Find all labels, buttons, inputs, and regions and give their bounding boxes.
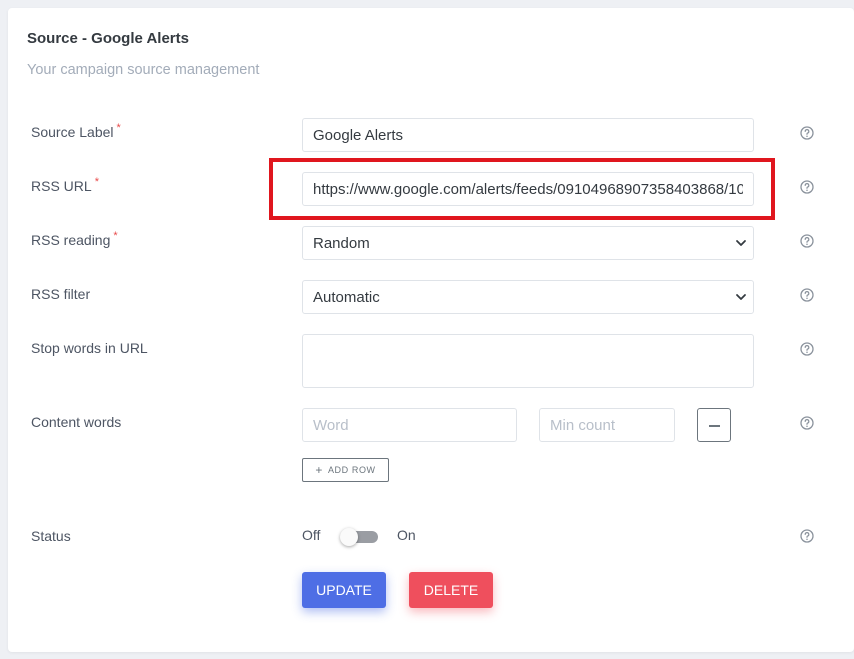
help-circle-icon[interactable] [800, 288, 814, 302]
delete-button[interactable]: DELETE [409, 572, 493, 608]
min-count-input[interactable] [539, 408, 675, 442]
stop-words-textarea[interactable] [302, 334, 754, 388]
toggle-on-label: On [397, 527, 416, 543]
source-label-input[interactable] [302, 118, 754, 152]
status-toggle[interactable] [340, 528, 378, 546]
word-input[interactable] [302, 408, 517, 442]
source-label-label: Source Label * [31, 122, 121, 140]
rss-url-label: RSS URL * [31, 176, 99, 194]
toggle-off-label: Off [302, 527, 321, 543]
toggle-knob [340, 528, 358, 546]
add-row-label: ADD ROW [327, 465, 376, 475]
source-card: Source - Google Alerts Your campaign sou… [8, 8, 854, 652]
required-mark: * [113, 230, 118, 242]
stop-words-label: Stop words in URL [31, 340, 148, 356]
help-circle-icon[interactable] [800, 180, 814, 194]
help-circle-icon[interactable] [800, 416, 814, 430]
rss-url-input[interactable] [302, 172, 754, 206]
required-mark: * [116, 122, 121, 134]
status-label: Status [31, 528, 71, 544]
add-row-button[interactable]: + ADD ROW [302, 458, 389, 482]
rss-reading-value: Random [313, 235, 370, 252]
content-words-label: Content words [31, 414, 122, 430]
rss-filter-label: RSS filter [31, 286, 91, 302]
remove-row-button[interactable] [697, 408, 731, 442]
card-title: Source - Google Alerts [27, 30, 189, 47]
rss-filter-value: Automatic [313, 289, 380, 306]
help-circle-icon[interactable] [800, 126, 814, 140]
plus-icon: + [315, 463, 323, 477]
rss-reading-select[interactable]: Random [302, 226, 754, 260]
card-subtitle: Your campaign source management [27, 62, 260, 78]
help-circle-icon[interactable] [800, 342, 814, 356]
minus-icon [709, 425, 720, 427]
rss-filter-select[interactable]: Automatic [302, 280, 754, 314]
help-circle-icon[interactable] [800, 234, 814, 248]
help-circle-icon[interactable] [800, 529, 814, 543]
chevron-down-icon [736, 294, 746, 300]
update-button[interactable]: UPDATE [302, 572, 386, 608]
chevron-down-icon [736, 240, 746, 246]
rss-reading-label: RSS reading * [31, 230, 118, 248]
required-mark: * [94, 176, 99, 188]
